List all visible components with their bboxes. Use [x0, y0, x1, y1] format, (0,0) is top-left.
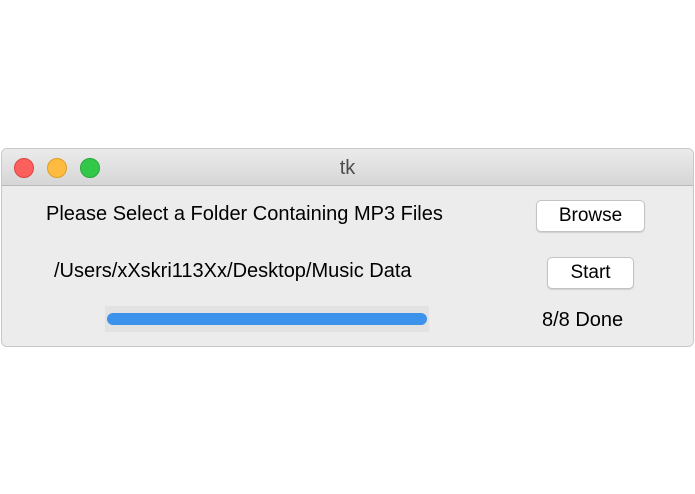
progress-groove — [107, 313, 427, 325]
selected-folder-path: /Users/xXskri113Xx/Desktop/Music Data — [54, 260, 412, 282]
app-window: tk Please Select a Folder Containing MP3… — [1, 148, 694, 347]
progress-fill — [107, 313, 427, 325]
title-bar[interactable]: tk — [2, 149, 693, 186]
browse-button[interactable]: Browse — [536, 200, 645, 232]
start-button[interactable]: Start — [547, 257, 634, 289]
main-content: Please Select a Folder Containing MP3 Fi… — [2, 186, 693, 346]
progress-status-text: 8/8 Done — [542, 309, 624, 331]
folder-prompt-label: Please Select a Folder Containing MP3 Fi… — [46, 203, 443, 225]
window-title: tk — [339, 157, 356, 179]
progress-bar — [105, 306, 429, 332]
